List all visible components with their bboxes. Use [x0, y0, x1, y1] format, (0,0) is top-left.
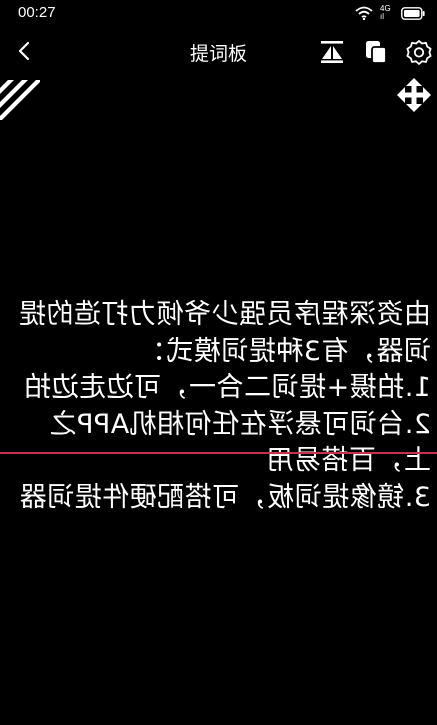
- status-bar: 00:27 4G ıl: [0, 0, 437, 28]
- status-icons: 4G ıl: [355, 5, 425, 21]
- stripe-corner-icon[interactable]: [0, 80, 40, 120]
- reading-guide-line: [0, 452, 437, 454]
- top-toolbar: 提词板: [0, 30, 437, 72]
- copy-icon[interactable]: [362, 38, 390, 66]
- status-time: 00:27: [18, 4, 56, 21]
- prompter-text: 由资深程序员强少爷倾力打造的提词器，有3种提词模式： 1.拍摄+提词二合一，可边…: [18, 299, 432, 513]
- network-type-label: 4G ıl: [380, 4, 391, 21]
- wifi-icon: [355, 6, 373, 20]
- battery-icon: [401, 6, 425, 20]
- mirror-flip-icon[interactable]: [318, 38, 346, 66]
- prompter-area[interactable]: 由资深程序员强少爷倾力打造的提词器，有3种提词模式： 1.拍摄+提词二合一，可边…: [0, 297, 437, 587]
- settings-icon[interactable]: [405, 38, 433, 66]
- move-icon[interactable]: [397, 78, 431, 112]
